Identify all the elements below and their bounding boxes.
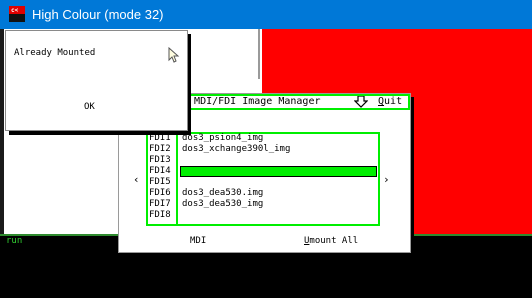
- slot-image-fdi7[interactable]: dos3_dea530_img: [182, 199, 263, 210]
- alert-message: Already Mounted: [14, 48, 96, 58]
- window-divider: [258, 29, 260, 79]
- download-arrow-icon[interactable]: [354, 96, 368, 108]
- slot-image-fdi2[interactable]: dos3_xchange390l_img: [182, 144, 290, 155]
- slot-label-fdi2[interactable]: FDI2: [149, 144, 171, 155]
- fdi-panel-shadow: [411, 97, 414, 256]
- quit-button[interactable]: Quit: [378, 96, 402, 107]
- fdi-panel-shadow-bottom: [122, 253, 414, 256]
- slot-label-fdi7[interactable]: FDI7: [149, 199, 171, 210]
- slot-label-fdi4[interactable]: FDI4: [149, 166, 171, 177]
- next-page-arrow[interactable]: ›: [383, 173, 390, 186]
- mdi-button[interactable]: MDI: [190, 236, 206, 246]
- fdi-manager-title: n MDI/FDI Image Manager: [176, 96, 321, 107]
- slot-label-fdi3[interactable]: FDI3: [149, 155, 171, 166]
- alert-shadow: [188, 34, 191, 135]
- slot-image-fdi1[interactable]: dos3_psion4_img: [182, 133, 263, 144]
- slot-label-fdi6[interactable]: FDI6: [149, 188, 171, 199]
- prev-page-arrow[interactable]: ‹: [133, 173, 140, 186]
- slot-label-fdi8[interactable]: FDI8: [149, 210, 171, 221]
- slot-image-fdi6[interactable]: dos3_dea530.img: [182, 188, 263, 199]
- unmount-all-button[interactable]: Umount All: [304, 236, 358, 246]
- ok-button[interactable]: OK: [84, 102, 95, 112]
- run-prompt: run: [6, 236, 23, 246]
- selected-slot-highlight[interactable]: [180, 166, 377, 177]
- quit-label-rest: uit: [384, 96, 403, 107]
- mouse-pointer-icon: [168, 47, 180, 63]
- already-mounted-alert: [5, 30, 188, 131]
- window-title: High Colour (mode 32): [32, 7, 164, 22]
- app-icon[interactable]: c<: [9, 6, 25, 22]
- alert-shadow-bottom: [9, 131, 191, 135]
- slot-label-fdi5[interactable]: FDI5: [149, 177, 171, 188]
- umount-label-rest: mount All: [309, 236, 359, 246]
- fdi-list-divider: [176, 132, 178, 226]
